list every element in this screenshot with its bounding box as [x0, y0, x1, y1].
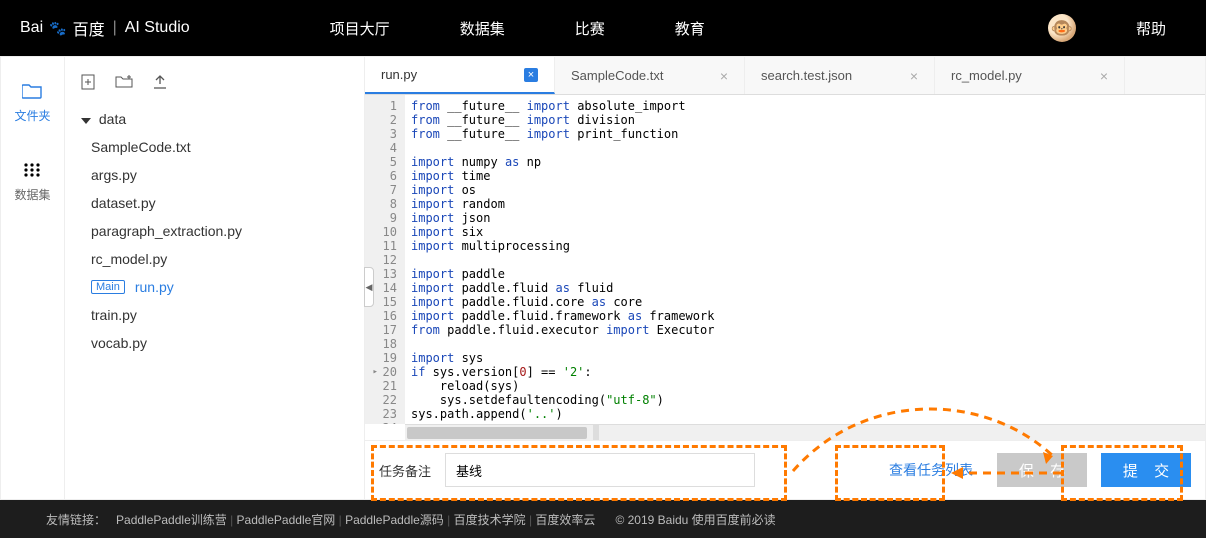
- footer-link[interactable]: 百度技术学院: [454, 513, 526, 527]
- editor-tab[interactable]: search.test.json ×: [745, 57, 935, 94]
- close-icon[interactable]: ×: [524, 68, 538, 82]
- task-note-label: 任务备注: [379, 461, 431, 480]
- file-item[interactable]: paragraph_extraction.py: [89, 217, 350, 245]
- close-icon[interactable]: ×: [1100, 68, 1108, 84]
- file-toolbar: [65, 67, 364, 105]
- tab-label: search.test.json: [761, 68, 852, 83]
- file-item[interactable]: dataset.py: [89, 189, 350, 217]
- folder-name: data: [99, 111, 126, 127]
- footer-link[interactable]: PaddlePaddle官网: [237, 513, 336, 527]
- top-header: Bai 🐾 百度 | AI Studio 项目大厅 数据集 比赛 教育 帮助: [0, 0, 1206, 56]
- chevron-down-icon: [81, 118, 91, 124]
- logo[interactable]: Bai 🐾 百度 | AI Studio: [20, 16, 190, 40]
- left-rail: 文件夹 数据集: [1, 57, 65, 499]
- file-name: rc_model.py: [91, 251, 167, 267]
- file-name: SampleCode.txt: [91, 139, 191, 155]
- submit-button[interactable]: 提 交: [1101, 453, 1191, 487]
- paw-icon: 🐾: [49, 20, 66, 37]
- rail-datasets-label: 数据集: [14, 186, 50, 203]
- nav-competition[interactable]: 比赛: [575, 18, 605, 39]
- panel-collapse-handle[interactable]: ◀: [364, 267, 374, 307]
- main: 文件夹 数据集 data SampleCode.txt args.py datase…: [0, 56, 1206, 500]
- editor-tab[interactable]: run.py ×: [365, 57, 555, 94]
- file-item[interactable]: train.py: [89, 301, 350, 329]
- close-icon[interactable]: ×: [910, 68, 918, 84]
- rail-datasets[interactable]: 数据集: [14, 160, 50, 203]
- logo-divider: |: [113, 19, 117, 37]
- footer-copy: © 2019 Baidu 使用百度前必读: [615, 511, 775, 528]
- view-tasks-link[interactable]: 查看任务列表: [889, 460, 973, 480]
- file-name: vocab.py: [91, 335, 147, 351]
- file-name: dataset.py: [91, 195, 156, 211]
- code-body[interactable]: from __future__ import absolute_importfr…: [405, 95, 1205, 424]
- footer-label: 友情链接：: [46, 511, 106, 528]
- top-nav: 项目大厅 数据集 比赛 教育: [330, 18, 1048, 39]
- file-item[interactable]: rc_model.py: [89, 245, 350, 273]
- nav-datasets[interactable]: 数据集: [460, 18, 505, 39]
- file-name: train.py: [91, 307, 137, 323]
- logo-text-bai: Bai: [20, 19, 43, 37]
- file-item[interactable]: SampleCode.txt: [89, 133, 350, 161]
- file-tree: data SampleCode.txt args.py dataset.py para…: [65, 105, 364, 357]
- file-name: args.py: [91, 167, 137, 183]
- rail-files-label: 文件夹: [14, 107, 50, 124]
- editor-tab[interactable]: SampleCode.txt ×: [555, 57, 745, 94]
- help-link[interactable]: 帮助: [1136, 18, 1166, 39]
- avatar[interactable]: [1048, 14, 1076, 42]
- tab-label: rc_model.py: [951, 68, 1022, 83]
- upload-icon[interactable]: [151, 73, 169, 91]
- file-panel: data SampleCode.txt args.py dataset.py para…: [65, 57, 365, 499]
- footer-link[interactable]: PaddlePaddle源码: [345, 513, 444, 527]
- save-button[interactable]: 保 存: [997, 453, 1087, 487]
- file-item[interactable]: args.py: [89, 161, 350, 189]
- line-gutter: 123456789101112131415161718192021222324: [365, 95, 405, 424]
- file-item[interactable]: vocab.py: [89, 329, 350, 357]
- logo-text-suffix: AI Studio: [125, 19, 190, 37]
- rail-files[interactable]: 文件夹: [14, 81, 50, 124]
- scroll-track-marker: [593, 425, 599, 441]
- task-bar: 任务备注 查看任务列表 保 存 提 交: [365, 440, 1205, 499]
- task-note-input[interactable]: [445, 453, 755, 487]
- folder-icon: [22, 81, 42, 101]
- new-folder-icon[interactable]: [115, 73, 133, 91]
- editor-tabs: run.py×SampleCode.txt×search.test.json×r…: [365, 57, 1205, 95]
- code-editor[interactable]: 123456789101112131415161718192021222324 …: [365, 95, 1205, 424]
- footer-link[interactable]: PaddlePaddle训练营: [116, 513, 227, 527]
- dataset-icon: [22, 160, 42, 180]
- new-file-icon[interactable]: [79, 73, 97, 91]
- nav-education[interactable]: 教育: [675, 18, 705, 39]
- file-name: run.py: [135, 279, 174, 295]
- tab-label: run.py: [381, 67, 417, 82]
- main-badge: Main: [91, 280, 125, 294]
- file-name: paragraph_extraction.py: [91, 223, 242, 239]
- tree-folder-data[interactable]: data: [79, 105, 350, 133]
- scroll-thumb[interactable]: [407, 427, 587, 439]
- tab-label: SampleCode.txt: [571, 68, 664, 83]
- logo-text-cn: 百度: [73, 16, 105, 40]
- footer-link[interactable]: 百度效率云: [535, 513, 595, 527]
- editor-tab[interactable]: rc_model.py ×: [935, 57, 1125, 94]
- editor-area: ◀ run.py×SampleCode.txt×search.test.json…: [365, 57, 1205, 499]
- nav-projects[interactable]: 项目大厅: [330, 18, 390, 39]
- file-item[interactable]: Main run.py: [89, 273, 350, 301]
- horizontal-scrollbar[interactable]: [405, 424, 1205, 440]
- footer: 友情链接： PaddlePaddle训练营 | PaddlePaddle官网 |…: [0, 500, 1206, 538]
- close-icon[interactable]: ×: [720, 68, 728, 84]
